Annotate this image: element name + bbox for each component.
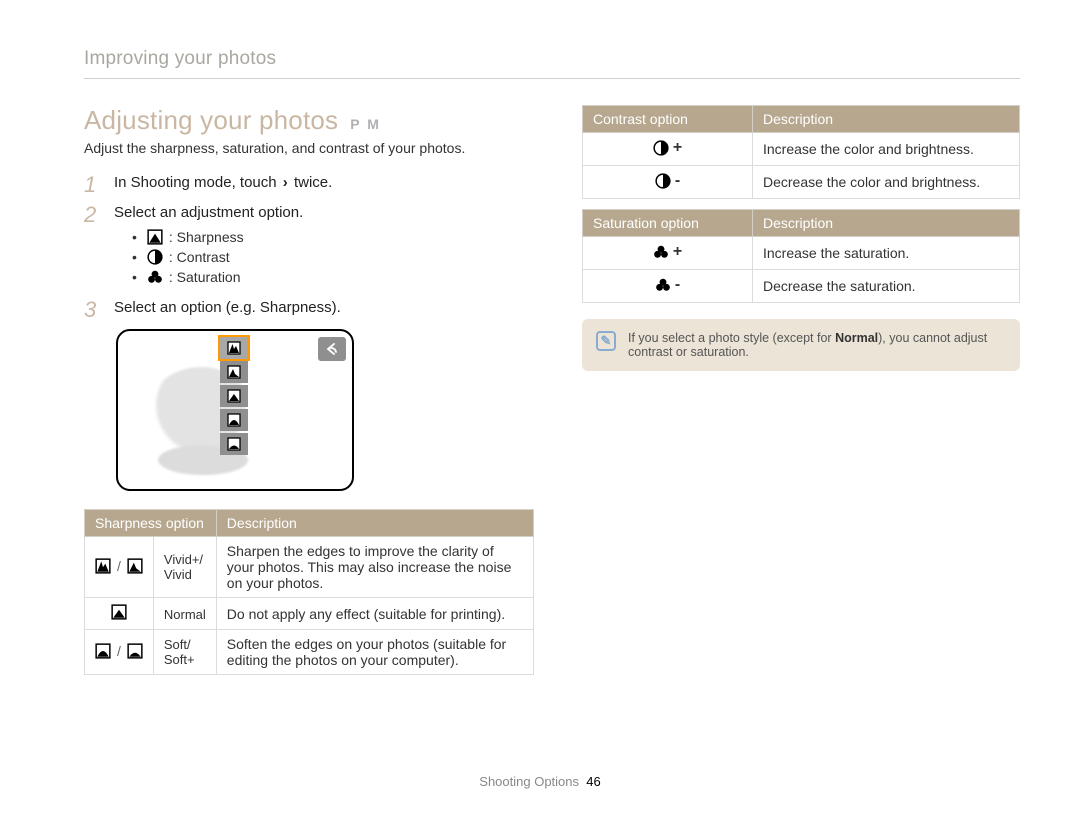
breadcrumb: Improving your photos (84, 48, 1020, 70)
chevron-icon: › (281, 174, 290, 191)
minus-sign: - (675, 276, 680, 294)
table-row: + Increase the color and brightness. (583, 133, 1020, 166)
option-soft2[interactable] (220, 433, 248, 455)
step-number: 3 (84, 299, 102, 321)
step-2: 2 Select an adjustment option. : Sharpne… (84, 204, 534, 291)
step-text: twice. (290, 174, 333, 191)
option-vivid2[interactable] (220, 337, 248, 359)
title-text: Adjusting your photos (84, 105, 338, 136)
sharp-normal-icon (111, 604, 127, 620)
row-desc: Decrease the color and brightness. (753, 166, 1020, 199)
plus-sign: + (673, 139, 682, 157)
row-label: Vivid+/ Vivid (164, 552, 203, 582)
sharpness-icon (147, 229, 163, 245)
steps-list: 1 In Shooting mode, touch › twice. 2 Sel… (84, 174, 534, 321)
row-desc: Increase the saturation. (753, 237, 1020, 270)
sharp-soft2-icon (127, 643, 143, 659)
saturation-icon (653, 244, 669, 260)
step-number: 2 (84, 204, 102, 226)
divider (84, 78, 1020, 79)
step-1: 1 In Shooting mode, touch › twice. (84, 174, 534, 196)
subheading: Adjust the sharpness, saturation, and co… (84, 140, 534, 156)
step-text: Select an option (e.g. Sharpness). (114, 299, 534, 316)
camera-screen (116, 329, 354, 491)
plus-sign: + (673, 243, 682, 261)
saturation-icon (147, 269, 163, 285)
note-box: ✎ If you select a photo style (except fo… (582, 319, 1020, 371)
step-text: Select an adjustment option. (114, 204, 303, 221)
footer-section: Shooting Options (479, 774, 579, 789)
option-soft1[interactable] (220, 409, 248, 431)
table-row: - Decrease the color and brightness. (583, 166, 1020, 199)
option-strip (220, 337, 250, 455)
contrast-table: Contrast option Description + Increase t… (582, 105, 1020, 199)
sharp-vivid1-icon (127, 558, 143, 574)
contrast-icon (655, 173, 671, 189)
footer: Shooting Options 46 (0, 774, 1080, 789)
note-text: If you select a photo style (except for … (628, 331, 1006, 359)
bullet-saturation: : Saturation (132, 269, 534, 285)
option-normal[interactable] (220, 385, 248, 407)
row-desc: Soften the edges on your photos (suitabl… (216, 630, 533, 675)
table-row: Normal Do not apply any effect (suitable… (85, 598, 534, 630)
table-row: / Vivid+/ Vivid Sharpen the edges to imp… (85, 537, 534, 598)
bullet-label: : Sharpness (169, 229, 244, 245)
page-number: 46 (586, 774, 600, 789)
sharp-soft1-icon (95, 643, 111, 659)
table-row: + Increase the saturation. (583, 237, 1020, 270)
page-title: Adjusting your photos P M (84, 105, 534, 136)
contrast-icon (147, 249, 163, 265)
row-desc: Do not apply any effect (suitable for pr… (216, 598, 533, 630)
row-label: Soft/ Soft+ (164, 637, 195, 667)
table-row: / Soft/ Soft+ Soften the edges on your p… (85, 630, 534, 675)
step-text: In Shooting mode, touch (114, 174, 281, 191)
table-row: - Decrease the saturation. (583, 270, 1020, 303)
modes-badge: P M (350, 116, 381, 132)
bullet-label: : Contrast (169, 249, 230, 265)
row-desc: Sharpen the edges to improve the clarity… (216, 537, 533, 598)
bullet-label: : Saturation (169, 269, 241, 285)
contrast-icon (653, 140, 669, 156)
sharpness-table: Sharpness option Description / Vivid+/ V… (84, 509, 534, 675)
note-icon: ✎ (596, 331, 616, 351)
saturation-icon (655, 277, 671, 293)
bullet-list: : Sharpness : Contrast : Saturation (114, 229, 534, 285)
step-number: 1 (84, 174, 102, 196)
row-desc: Decrease the saturation. (753, 270, 1020, 303)
th-sharpness-option: Sharpness option (85, 510, 217, 537)
bullet-contrast: : Contrast (132, 249, 534, 265)
option-vivid1[interactable] (220, 361, 248, 383)
minus-sign: - (675, 172, 680, 190)
step-3: 3 Select an option (e.g. Sharpness). (84, 299, 534, 321)
th-description: Description (753, 210, 1020, 237)
row-desc: Increase the color and brightness. (753, 133, 1020, 166)
th-saturation-option: Saturation option (583, 210, 753, 237)
row-label: Normal (164, 607, 206, 622)
th-description: Description (216, 510, 533, 537)
saturation-table: Saturation option Description + Increase… (582, 209, 1020, 303)
th-description: Description (753, 106, 1020, 133)
sharp-vivid2-icon (95, 558, 111, 574)
bullet-sharpness: : Sharpness (132, 229, 534, 245)
back-button[interactable] (318, 337, 346, 361)
th-contrast-option: Contrast option (583, 106, 753, 133)
